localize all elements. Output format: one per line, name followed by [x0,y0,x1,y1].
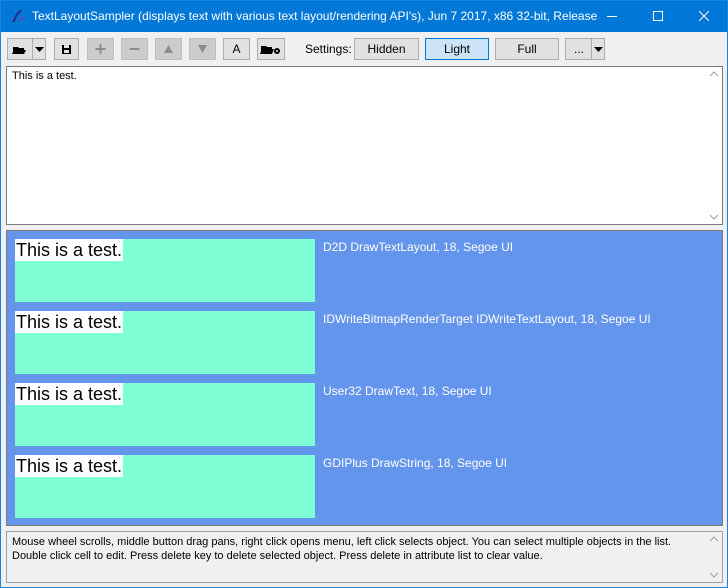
sample-label: GDIPlus DrawString, 18, Segoe UI [323,456,508,470]
sample-text: This is a test. [15,311,124,333]
help-text-area[interactable]: Mouse wheel scrolls, middle button drag … [6,531,723,583]
setting-hidden-label: Hidden [367,42,406,56]
remove-button[interactable] [121,38,148,60]
minimize-icon [607,16,617,17]
save-icon [62,45,71,54]
close-button[interactable] [681,1,727,32]
app-window: TextLayoutSampler (displays text with va… [0,0,728,588]
help-line: Double click cell to edit. Press delete … [12,550,543,562]
font-button-label: A [232,42,241,56]
setting-light-label: Light [443,42,471,56]
window-title: TextLayoutSampler (displays text with va… [32,9,598,23]
setting-full-label: Full [517,42,537,56]
folder-settings-button[interactable] [257,38,285,60]
minus-icon [129,48,140,50]
text-input[interactable]: This is a test. [6,66,723,225]
font-button[interactable]: A [223,38,250,60]
maximize-button[interactable] [635,1,681,32]
minimize-button[interactable] [589,1,635,32]
setting-hidden-button[interactable]: Hidden [354,38,419,60]
more-label: ... [574,42,585,56]
setting-full-button[interactable]: Full [495,38,559,60]
more-dropdown[interactable] [591,39,605,59]
arrow-up-icon [164,45,173,53]
folder-open-icon [12,47,26,54]
close-icon [699,11,709,21]
save-button[interactable] [54,38,79,60]
title-bar[interactable]: TextLayoutSampler (displays text with va… [1,1,727,32]
chevron-down-icon [594,47,603,52]
more-split-button[interactable]: ... [565,38,605,60]
sample-label: D2D DrawTextLayout, 18, Segoe UI [323,240,514,254]
sample-cell[interactable]: This is a test. [15,455,315,518]
sample-cell[interactable]: This is a test. [15,383,315,446]
scroll-down-icon[interactable] [710,572,718,578]
sample-text: This is a test. [15,455,124,477]
maximize-icon [653,11,663,21]
sample-cell[interactable]: This is a test. [15,239,315,302]
sample-text: This is a test. [15,239,124,261]
add-button[interactable] [87,38,114,60]
help-line: Mouse wheel scrolls, middle button drag … [12,536,672,548]
scroll-down-icon[interactable] [710,214,718,220]
help-scrollbar[interactable] [706,532,722,582]
sample-label: IDWriteBitmapRenderTarget IDWriteTextLay… [323,312,651,326]
move-up-button[interactable] [155,38,182,60]
sample-text: This is a test. [15,383,124,405]
chevron-down-icon [35,47,44,52]
move-down-button[interactable] [189,38,216,60]
arrow-down-icon [198,45,207,53]
app-icon [12,9,25,22]
text-input-value: This is a test. [12,70,77,82]
open-file-dropdown[interactable] [32,39,46,59]
setting-light-button[interactable]: Light [425,38,489,60]
editor-scrollbar[interactable] [706,67,722,224]
folder-gear-icon [260,46,280,54]
plus-icon [95,44,106,54]
open-file-split-button[interactable] [7,38,46,60]
sample-label: User32 DrawText, 18, Segoe UI [323,384,492,398]
render-area[interactable]: This is a test. D2D DrawTextLayout, 18, … [6,230,723,526]
scroll-up-icon[interactable] [710,71,718,77]
settings-label: Settings: [305,42,352,56]
scroll-up-icon[interactable] [710,536,718,542]
sample-cell[interactable]: This is a test. [15,311,315,374]
